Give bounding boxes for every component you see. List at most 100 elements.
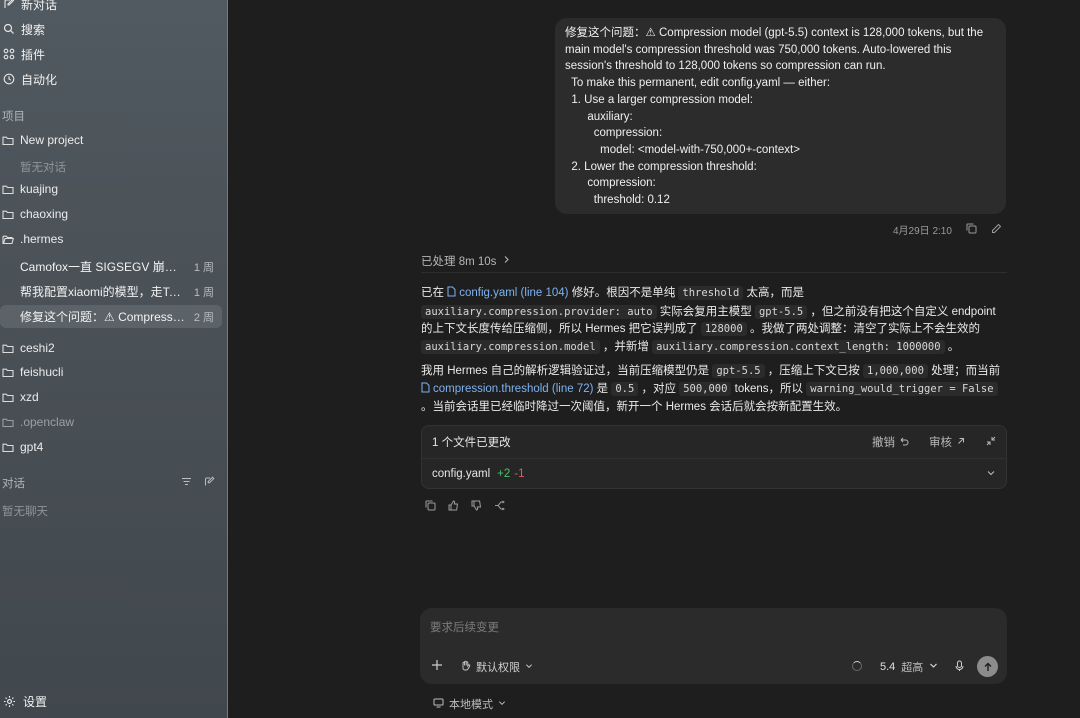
answer-paragraph: 已在 config.yaml (line 104) 修好。根因不是单纯 thre… bbox=[421, 285, 1007, 356]
inline-code: 500,000 bbox=[679, 381, 732, 396]
project-xzd[interactable]: xzd bbox=[0, 387, 222, 407]
plugins-icon bbox=[2, 48, 15, 61]
microphone-button[interactable] bbox=[954, 660, 965, 675]
thumbs-up-icon[interactable] bbox=[448, 500, 459, 514]
inline-code: warning_would_trigger = False bbox=[806, 381, 998, 396]
review-label: 审核 bbox=[929, 437, 952, 449]
nav-plugins[interactable]: 插件 bbox=[0, 44, 45, 64]
project-hermes[interactable]: .hermes bbox=[0, 229, 222, 249]
gear-icon bbox=[3, 695, 16, 708]
add-attachment-button[interactable] bbox=[431, 659, 443, 674]
review-button[interactable]: 审核 bbox=[929, 434, 966, 450]
project-label: ceshi2 bbox=[20, 341, 55, 355]
project-label: feishucli bbox=[20, 365, 64, 379]
nav-automation[interactable]: 自动化 bbox=[0, 69, 57, 89]
permission-label: 默认权限 bbox=[476, 662, 520, 674]
send-button[interactable] bbox=[977, 656, 998, 677]
file-changes-title: 1 个文件已更改 bbox=[432, 437, 511, 449]
undo-button[interactable]: 撤销 bbox=[872, 434, 909, 450]
microphone-icon bbox=[955, 660, 964, 671]
plus-icon bbox=[432, 660, 442, 670]
undo-label: 撤销 bbox=[872, 437, 895, 449]
folder-open-icon bbox=[2, 234, 15, 245]
conversation-age: 1 周 bbox=[193, 286, 214, 299]
project-label: .hermes bbox=[20, 232, 64, 246]
project-label: kuajing bbox=[20, 182, 59, 196]
conversation-age: 1 周 bbox=[193, 261, 214, 274]
text: 修好。根因不是单纯 bbox=[568, 287, 679, 299]
folder-icon bbox=[2, 135, 15, 146]
assistant-answer: 已在 config.yaml (line 104) 修好。根因不是单纯 thre… bbox=[421, 285, 1007, 424]
loading-spinner-icon bbox=[852, 661, 862, 671]
project-kuajing[interactable]: kuajing bbox=[0, 179, 222, 199]
composer-input[interactable]: 要求后续变更 bbox=[430, 619, 499, 635]
main-panel: 修复这个问题：⚠ Compression model (gpt-5.5) con… bbox=[229, 0, 1080, 718]
changed-file-row[interactable]: config.yaml +2 -1 bbox=[422, 459, 1006, 488]
effort-label: 超高 bbox=[901, 662, 924, 674]
copy-icon[interactable] bbox=[425, 500, 436, 514]
thumbs-down-icon[interactable] bbox=[471, 500, 482, 514]
model-label: 5.4 bbox=[880, 661, 896, 673]
conversation-item[interactable]: Camofox一直 SIGSEGV 崩溃。… 1 周 bbox=[0, 255, 222, 278]
settings-button[interactable]: 设置 bbox=[0, 691, 47, 711]
chevron-down-icon bbox=[525, 661, 533, 673]
clock-icon bbox=[2, 73, 15, 86]
chevron-down-icon bbox=[986, 468, 996, 481]
conversation-title: 帮我配置xiaomi的模型，走Toke… bbox=[20, 285, 186, 299]
conversation-item[interactable]: 帮我配置xiaomi的模型，走Toke… 1 周 bbox=[0, 280, 222, 303]
composer: 要求后续变更 默认权限 5.4 超高 bbox=[420, 608, 1007, 684]
project-openclaw[interactable]: .openclaw bbox=[0, 412, 222, 432]
processed-toggle[interactable]: 已处理 8m 10s bbox=[421, 253, 511, 269]
message-actions bbox=[425, 500, 505, 514]
permission-dropdown[interactable]: 默认权限 bbox=[460, 659, 533, 675]
text: ，对应 bbox=[638, 382, 680, 395]
project-ceshi2[interactable]: ceshi2 bbox=[0, 338, 222, 358]
conversation-title: Camofox一直 SIGSEGV 崩溃。… bbox=[20, 260, 186, 274]
file-link-label: config.yaml (line 104) bbox=[459, 287, 569, 299]
new-chat-icon[interactable] bbox=[204, 476, 215, 490]
projects-section-title: 项目 bbox=[2, 111, 25, 123]
inline-code: 1,000,000 bbox=[863, 364, 928, 378]
inline-code: 128000 bbox=[700, 322, 747, 336]
inline-code: gpt-5.5 bbox=[712, 364, 765, 378]
file-link[interactable]: config.yaml (line 104) bbox=[447, 286, 569, 299]
project-new-project[interactable]: New project bbox=[0, 130, 222, 150]
folder-icon bbox=[2, 417, 15, 428]
project-gpt4[interactable]: gpt4 bbox=[0, 437, 222, 457]
arrow-up-icon bbox=[984, 662, 991, 671]
file-link[interactable]: compression.threshold (line 72) bbox=[421, 382, 593, 395]
project-label: .openclaw bbox=[20, 415, 75, 429]
inline-code: auxiliary.compression.model bbox=[421, 339, 600, 354]
model-dropdown[interactable]: 5.4 超高 bbox=[880, 659, 938, 675]
copy-icon[interactable] bbox=[966, 223, 977, 237]
conversation-item-active[interactable]: 修复这个问题：⚠ Compression… 2 周 bbox=[0, 305, 222, 328]
text: 已在 bbox=[421, 287, 448, 299]
arrow-up-right-icon bbox=[956, 436, 966, 449]
local-mode-dropdown[interactable]: 本地模式 bbox=[433, 696, 506, 712]
inline-code: auxiliary.compression.context_length: 10… bbox=[652, 339, 945, 354]
nav-search[interactable]: 搜索 bbox=[0, 19, 45, 39]
edit-icon[interactable] bbox=[991, 223, 1002, 237]
filter-icon[interactable] bbox=[181, 476, 192, 490]
chats-empty-note: 暂无聊天 bbox=[2, 506, 48, 518]
project-empty-note: 暂无对话 bbox=[20, 162, 66, 174]
inline-code: gpt-5.5 bbox=[754, 304, 808, 319]
project-feishucli[interactable]: feishucli bbox=[0, 362, 222, 382]
project-label: chaoxing bbox=[20, 207, 69, 221]
text: 我用 Hermes 自己的解析逻辑验证过，当前压缩模型仍是 bbox=[421, 365, 713, 377]
conversation-title: 修复这个问题：⚠ Compression… bbox=[20, 310, 186, 324]
chevron-down-icon bbox=[929, 661, 938, 673]
lines-added: +2 bbox=[497, 468, 511, 480]
project-chaoxing[interactable]: chaoxing bbox=[0, 204, 222, 224]
lines-removed: -1 bbox=[514, 468, 525, 480]
inline-code: threshold bbox=[678, 286, 744, 300]
folder-icon bbox=[2, 184, 15, 195]
collapse-button[interactable] bbox=[986, 436, 996, 449]
text: 。我做了两处调整：清空了实际上不会生效的 bbox=[746, 323, 980, 335]
nav-new-chat[interactable]: 新对话 bbox=[0, 0, 57, 14]
sidebar: 新对话 搜索 插件 自动化 项目 New project 暂无对话 kuajin… bbox=[0, 0, 228, 718]
chevron-down-icon bbox=[498, 698, 506, 710]
file-icon bbox=[447, 286, 456, 304]
text: ，并新增 bbox=[599, 340, 653, 353]
branch-icon[interactable] bbox=[494, 500, 505, 514]
